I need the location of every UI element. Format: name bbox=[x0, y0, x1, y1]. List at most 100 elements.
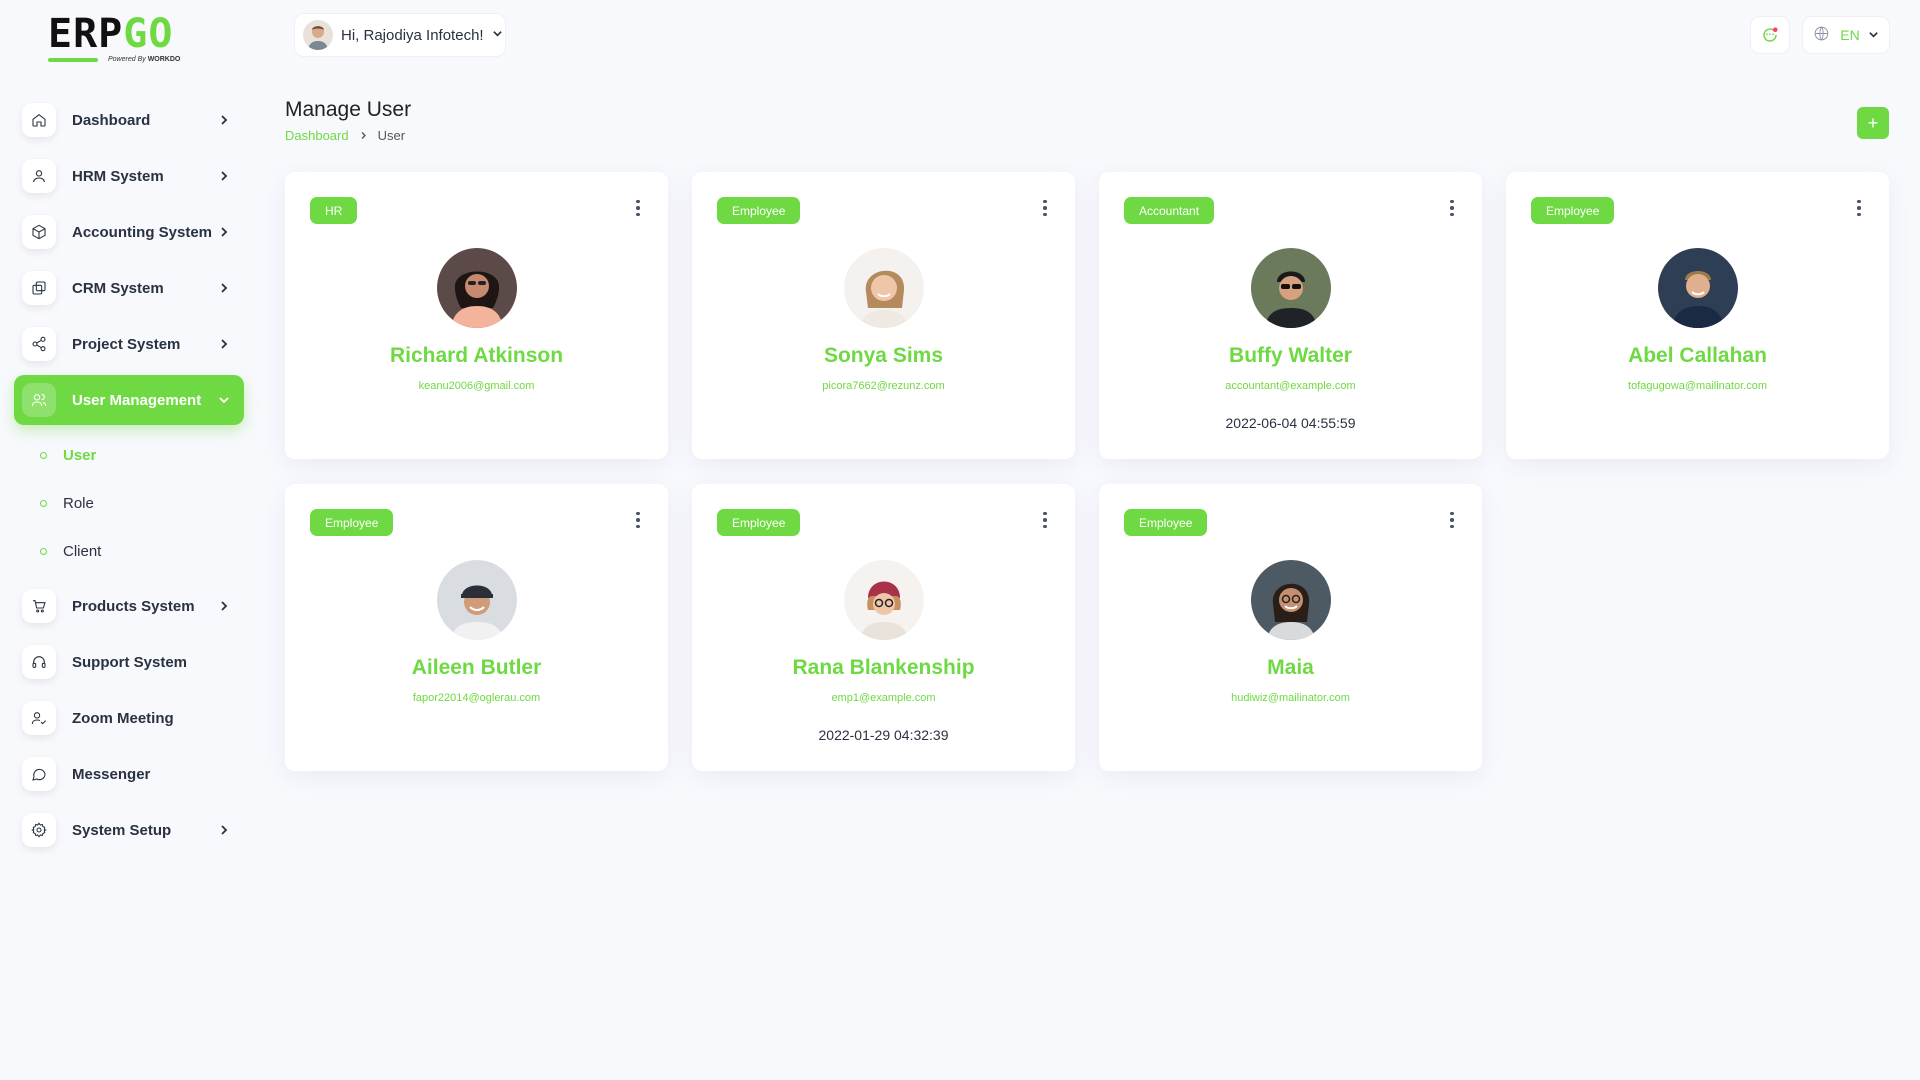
chevron-right-icon bbox=[218, 169, 230, 181]
user-date: 2022-01-29 04:32:39 bbox=[818, 727, 949, 743]
chevron-right-icon bbox=[218, 225, 230, 237]
more-options-icon[interactable] bbox=[1037, 196, 1053, 220]
box-icon bbox=[22, 215, 56, 249]
user-name[interactable]: Richard Atkinson bbox=[285, 344, 668, 368]
user-email: keanu2006@gmail.com bbox=[418, 380, 535, 392]
user-name[interactable]: Aileen Butler bbox=[285, 656, 668, 680]
user-management-submenu: User Role Client bbox=[14, 431, 244, 575]
erpgo-logo[interactable]: ERPGO Powered By WORKDO bbox=[48, 14, 208, 66]
language-selector[interactable]: EN bbox=[1802, 16, 1890, 54]
sidebar-item-label: HRM System bbox=[72, 167, 164, 185]
avatar bbox=[436, 248, 517, 328]
submenu-item-user[interactable]: User bbox=[14, 431, 244, 479]
sidebar-item-project-system[interactable]: Project System bbox=[14, 319, 244, 369]
more-options-icon[interactable] bbox=[630, 196, 646, 220]
sidebar-item-system-setup[interactable]: System Setup bbox=[14, 805, 244, 855]
sidebar-item-label: User Management bbox=[72, 391, 202, 409]
role-badge: Employee bbox=[1124, 509, 1208, 536]
sidebar-item-messenger[interactable]: Messenger bbox=[14, 749, 244, 799]
submenu-item-client[interactable]: Client bbox=[14, 527, 244, 575]
user-email: picora7662@rezunz.com bbox=[822, 380, 945, 392]
avatar bbox=[1657, 248, 1738, 328]
user-check-icon bbox=[22, 701, 56, 735]
avatar bbox=[843, 560, 924, 640]
more-options-icon[interactable] bbox=[1444, 508, 1460, 532]
sidebar-item-label: CRM System bbox=[72, 279, 164, 297]
bullet-icon bbox=[40, 451, 47, 459]
sidebar-item-products-system[interactable]: Products System bbox=[14, 581, 244, 631]
more-options-icon[interactable] bbox=[1444, 196, 1460, 220]
sidebar-item-hrm-system[interactable]: HRM System bbox=[14, 151, 244, 201]
sidebar-nav: Dashboard HRM System Accounting System C… bbox=[14, 95, 244, 861]
user-card: HR Richard Atkinson keanu2006@gmail.com bbox=[285, 172, 668, 459]
greeting-text: Hi, Rajodiya Infotech! bbox=[341, 26, 484, 44]
headphones-icon bbox=[22, 645, 56, 679]
user-name[interactable]: Maia bbox=[1099, 656, 1482, 680]
user-email: emp1@example.com bbox=[831, 692, 936, 704]
breadcrumb-dashboard-link[interactable]: Dashboard bbox=[285, 128, 349, 143]
user-name[interactable]: Abel Callahan bbox=[1506, 344, 1889, 368]
user-name[interactable]: Sonya Sims bbox=[692, 344, 1075, 368]
user-card: Employee Rana Blankenship emp1@example.c… bbox=[692, 484, 1075, 771]
more-options-icon[interactable] bbox=[1851, 196, 1867, 220]
sidebar-item-label: Messenger bbox=[72, 765, 151, 783]
breadcrumb-current: User bbox=[377, 128, 406, 143]
role-badge: Employee bbox=[310, 509, 394, 536]
sidebar-item-support-system[interactable]: Support System bbox=[14, 637, 244, 687]
role-badge: HR bbox=[310, 197, 358, 224]
chevron-right-icon bbox=[218, 599, 230, 611]
avatar bbox=[303, 20, 333, 50]
user-name[interactable]: Rana Blankenship bbox=[692, 656, 1075, 680]
users-icon bbox=[22, 383, 56, 417]
avatar bbox=[1250, 560, 1331, 640]
globe-icon bbox=[1813, 25, 1830, 45]
layers-icon bbox=[22, 271, 56, 305]
submenu-item-role[interactable]: Role bbox=[14, 479, 244, 527]
home-icon bbox=[22, 103, 56, 137]
chevron-down-icon bbox=[1868, 27, 1879, 43]
share-icon bbox=[22, 327, 56, 361]
sidebar-item-zoom-meeting[interactable]: Zoom Meeting bbox=[14, 693, 244, 743]
message-icon bbox=[22, 757, 56, 791]
user-email: fapor22014@oglerau.com bbox=[412, 692, 541, 704]
user-email: tofagugowa@mailinator.com bbox=[1628, 380, 1767, 392]
chevron-right-icon bbox=[359, 128, 368, 143]
avatar bbox=[1250, 248, 1331, 328]
role-badge: Accountant bbox=[1124, 197, 1215, 224]
notification-button[interactable] bbox=[1750, 16, 1790, 54]
sidebar-item-label: Zoom Meeting bbox=[72, 709, 174, 727]
add-user-button[interactable]: + bbox=[1857, 107, 1889, 139]
submenu-item-label: User bbox=[63, 446, 97, 464]
sidebar-item-accounting-system[interactable]: Accounting System bbox=[14, 207, 244, 257]
user-email: hudiwiz@mailinator.com bbox=[1231, 692, 1350, 704]
user-card: Employee Aileen Butler fapor22014@oglera… bbox=[285, 484, 668, 771]
sidebar-item-dashboard[interactable]: Dashboard bbox=[14, 95, 244, 145]
cart-icon bbox=[22, 589, 56, 623]
bullet-icon bbox=[40, 547, 47, 555]
breadcrumb: Dashboard User bbox=[285, 128, 405, 143]
more-options-icon[interactable] bbox=[1037, 508, 1053, 532]
chevron-right-icon bbox=[218, 113, 230, 125]
sidebar: ERPGO Powered By WORKDO Dashboard HRM Sy… bbox=[0, 0, 260, 1080]
user-name[interactable]: Buffy Walter bbox=[1099, 344, 1482, 368]
more-options-icon[interactable] bbox=[630, 508, 646, 532]
message-notification-icon bbox=[1763, 27, 1778, 42]
user-card: Employee Maia hudiwiz@mailinator.com bbox=[1099, 484, 1482, 771]
sidebar-item-crm-system[interactable]: CRM System bbox=[14, 263, 244, 313]
user-email: accountant@example.com bbox=[1225, 380, 1356, 392]
role-badge: Employee bbox=[717, 197, 801, 224]
avatar bbox=[843, 248, 924, 328]
user-menu-dropdown[interactable]: Hi, Rajodiya Infotech! bbox=[294, 13, 506, 57]
page-title: Manage User bbox=[285, 98, 412, 121]
user-date: 2022-06-04 04:55:59 bbox=[1225, 415, 1356, 431]
chevron-down-icon bbox=[492, 26, 503, 44]
language-code: EN bbox=[1840, 27, 1860, 43]
sidebar-item-label: Support System bbox=[72, 653, 188, 671]
role-badge: Employee bbox=[717, 509, 801, 536]
sidebar-item-user-management[interactable]: User Management bbox=[14, 375, 244, 425]
submenu-item-label: Role bbox=[63, 494, 94, 512]
sidebar-item-label: Accounting System bbox=[72, 223, 213, 241]
submenu-item-label: Client bbox=[63, 542, 102, 560]
sidebar-item-label: Dashboard bbox=[72, 111, 151, 129]
sidebar-item-label: Project System bbox=[72, 335, 181, 353]
